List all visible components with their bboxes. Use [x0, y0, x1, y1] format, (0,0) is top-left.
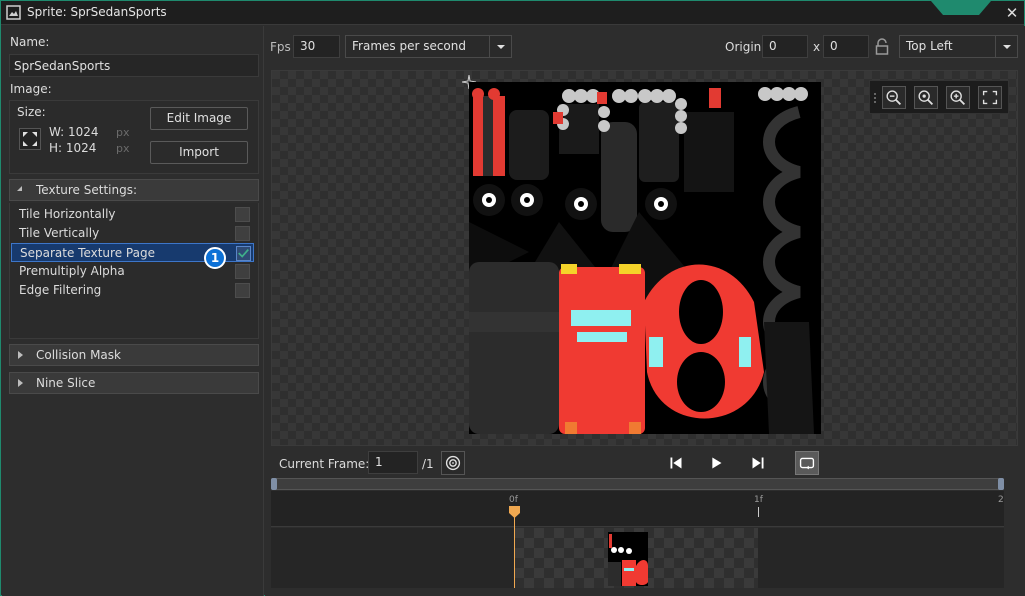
nine-slice-label: Nine Slice: [36, 376, 96, 390]
name-label: Name:: [10, 35, 50, 49]
checkbox[interactable]: [235, 264, 250, 279]
checkbox[interactable]: [235, 207, 250, 222]
title-bar[interactable]: Sprite: SprSedanSports ✕: [1, 1, 1024, 25]
sprite-editor-window: Sprite: SprSedanSports ✕ Name: SprSedanS…: [0, 0, 1025, 596]
option-label: Tile Vertically: [19, 226, 100, 240]
chevron-down-icon[interactable]: [489, 36, 511, 57]
zoom-out-icon[interactable]: [882, 86, 906, 109]
step-badge: 1: [204, 247, 226, 269]
fps-input[interactable]: 30: [293, 35, 340, 58]
origin-preset-dropdown[interactable]: Top Left: [899, 35, 1018, 58]
timeline-ruler[interactable]: 0f 1f 2: [271, 491, 1004, 527]
zoom-reset-icon[interactable]: [914, 86, 938, 109]
checkmark-icon: [238, 249, 249, 258]
sedan-texture-image: [469, 82, 821, 434]
expand-arrow-icon: [18, 379, 23, 387]
edit-image-button[interactable]: Edit Image: [150, 107, 248, 130]
title-accent: [931, 1, 991, 15]
onion-skin-icon[interactable]: [441, 451, 465, 475]
origin-x-input[interactable]: 0: [762, 35, 808, 58]
option-tile-horizontally[interactable]: Tile Horizontally: [11, 205, 254, 224]
option-label: Tile Horizontally: [19, 207, 116, 221]
origin-preset-value: Top Left: [906, 39, 953, 53]
origin-y-input[interactable]: 0: [823, 35, 869, 58]
scroll-handle-left[interactable]: [271, 478, 277, 490]
zoom-in-icon[interactable]: [946, 86, 970, 109]
option-edge-filtering[interactable]: Edge Filtering: [11, 281, 254, 300]
playhead-line: [514, 508, 515, 588]
checkbox[interactable]: [235, 283, 250, 298]
width-unit: px: [116, 126, 130, 139]
height-unit: px: [116, 142, 130, 155]
timeline: 0f 1f 2: [271, 478, 1004, 588]
expand-arrow-icon: [18, 351, 23, 359]
sprite-name-input[interactable]: SprSedanSports: [9, 54, 259, 77]
collision-mask-label: Collision Mask: [36, 348, 121, 362]
scroll-handle-right[interactable]: [998, 478, 1004, 490]
texture-settings-header[interactable]: Texture Settings:: [9, 179, 259, 201]
sprite-icon: [6, 5, 21, 20]
sprite-canvas[interactable]: [271, 70, 1018, 446]
frame-track[interactable]: [271, 528, 1004, 588]
collision-mask-header[interactable]: Collision Mask: [9, 344, 259, 366]
size-label: Size:: [17, 105, 46, 119]
origin-separator: x: [813, 40, 821, 54]
option-label: Separate Texture Page: [20, 246, 155, 260]
tick-label: 1f: [754, 495, 763, 505]
checkbox-checked[interactable]: [236, 246, 251, 261]
image-label: Image:: [10, 82, 52, 96]
current-frame-label: Current Frame:: [279, 457, 370, 471]
skip-to-start-icon[interactable]: [665, 452, 689, 476]
option-label: Edge Filtering: [19, 283, 102, 297]
speed-mode-dropdown[interactable]: Frames per second: [345, 35, 512, 58]
sprite-view-area: Fps 30 Frames per second Origin 0 x 0 To…: [265, 26, 1025, 596]
fps-label: Fps: [270, 40, 291, 54]
frame-preview-image: [608, 532, 648, 586]
image-info-box: Size: W: 1024 H: 1024 px px Edit Image I…: [9, 100, 259, 174]
sprite-width: W: 1024: [49, 125, 99, 139]
speed-mode-value: Frames per second: [352, 39, 466, 53]
origin-label: Origin: [725, 40, 762, 54]
skip-to-end-icon[interactable]: [747, 452, 771, 476]
resize-icon[interactable]: [19, 128, 41, 150]
close-icon[interactable]: ✕: [1003, 4, 1021, 22]
zoom-toolbar: [869, 80, 1009, 114]
tick-label: 0f: [509, 495, 518, 505]
playback-controls: Current Frame: 1 /1: [271, 447, 1018, 481]
lock-icon[interactable]: [875, 38, 889, 56]
properties-panel: Name: SprSedanSports Image: Size: W: 102…: [2, 26, 264, 596]
texture-settings-body: Tile Horizontally Tile Vertically Separa…: [9, 203, 259, 339]
collapse-arrow-icon: [17, 186, 22, 191]
checkbox[interactable]: [235, 226, 250, 241]
timeline-scrollbar[interactable]: [271, 478, 1004, 490]
chevron-down-icon[interactable]: [995, 36, 1017, 57]
option-tile-vertically[interactable]: Tile Vertically: [11, 224, 254, 243]
drag-handle-icon[interactable]: [874, 93, 878, 103]
frame-thumbnail[interactable]: [514, 528, 758, 588]
frame-total: /1: [422, 457, 434, 471]
play-icon[interactable]: [705, 452, 729, 476]
texture-settings-label: Texture Settings:: [36, 183, 138, 197]
nine-slice-header[interactable]: Nine Slice: [9, 372, 259, 394]
sprite-image: [469, 82, 821, 434]
tick-label: 2: [998, 495, 1004, 505]
sprite-height: H: 1024: [49, 141, 97, 155]
current-frame-input[interactable]: 1: [368, 451, 418, 474]
import-button[interactable]: Import: [150, 141, 248, 164]
window-title: Sprite: SprSedanSports: [27, 5, 167, 19]
loop-icon[interactable]: [795, 451, 819, 475]
fullscreen-icon[interactable]: [978, 86, 1002, 109]
option-label: Premultiply Alpha: [19, 264, 125, 278]
tick-mark: [758, 507, 759, 517]
